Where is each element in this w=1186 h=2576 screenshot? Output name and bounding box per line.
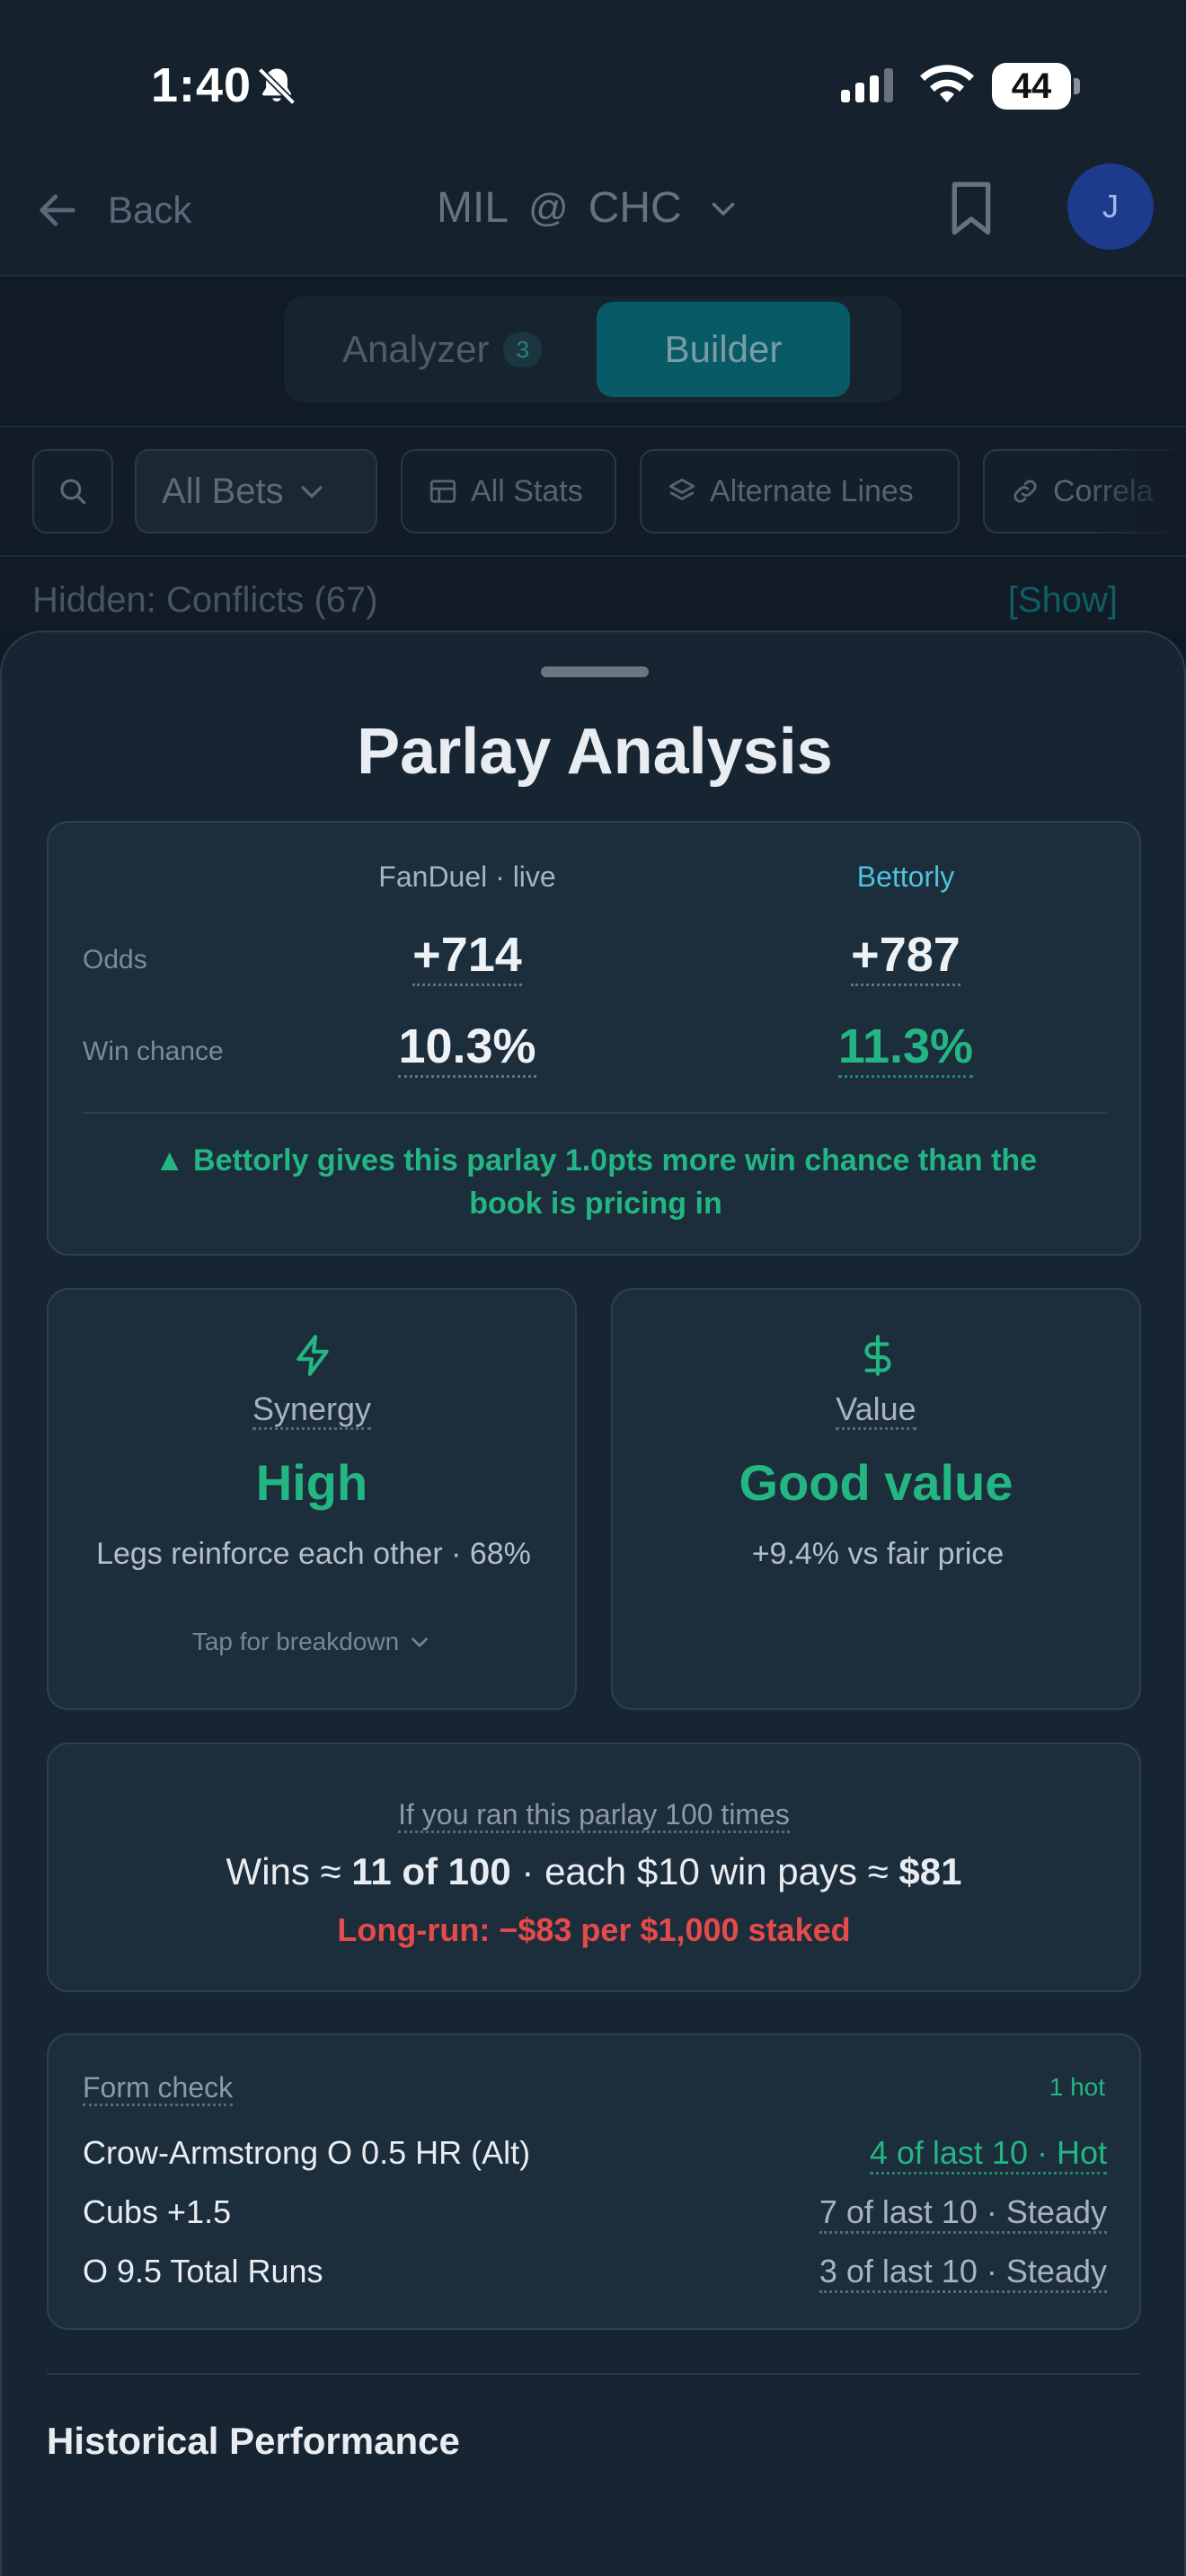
back-arrow-icon[interactable] — [34, 187, 81, 234]
tab-builder[interactable]: Builder — [597, 302, 850, 397]
mode-switcher: Analyzer 3 Builder — [0, 277, 1186, 428]
hot-count: 1 hot — [1049, 2073, 1105, 2101]
battery-level: 44 — [992, 63, 1071, 110]
form-leg: Cubs +1.5 — [83, 2193, 232, 2230]
book-win-chance-value[interactable]: 10.3% — [332, 1019, 602, 1078]
form-row: Cubs +1.5 7 of last 10 · Steady — [83, 2193, 1107, 2244]
value-label: Value — [613, 1390, 1139, 1430]
breakdown-label: Tap for breakdown — [191, 1628, 400, 1655]
lightning-icon — [296, 1335, 329, 1376]
tab-analyzer[interactable]: Analyzer 3 — [289, 302, 595, 397]
at-symbol: @ — [528, 185, 569, 230]
sheet-grabber[interactable] — [541, 666, 649, 677]
hidden-conflicts-row: Hidden: Conflicts (67) [Show] — [0, 559, 1186, 631]
tab-analyzer-label: Analyzer — [342, 328, 490, 370]
form-record[interactable]: 3 of last 10 · Steady — [819, 2253, 1107, 2293]
status-bar: 1:40 44 — [0, 0, 1186, 144]
form-row: Crow-Armstrong O 0.5 HR (Alt) 4 of last … — [83, 2134, 1107, 2184]
cellular-signal-icon — [841, 68, 893, 102]
bookmark-icon[interactable] — [947, 180, 996, 237]
value-description: +9.4% vs fair price — [751, 1537, 1005, 1571]
status-time: 1:40 — [151, 58, 252, 112]
model-odds-value[interactable]: +787 — [771, 927, 1040, 986]
chevron-down-icon — [712, 202, 734, 216]
show-conflicts-link[interactable]: [Show] — [1008, 580, 1118, 621]
search-icon — [60, 479, 86, 505]
book-odds-value[interactable]: +714 — [332, 927, 602, 986]
search-button[interactable] — [32, 449, 113, 534]
win-chance-row-label: Win chance — [83, 1037, 224, 1066]
form-leg: Crow-Armstrong O 0.5 HR (Alt) — [83, 2134, 531, 2171]
form-row: O 9.5 Total Runs 3 of last 10 · Steady — [83, 2253, 1107, 2303]
synergy-card[interactable]: Synergy High Legs reinforce each other ·… — [47, 1288, 577, 1710]
simulation-summary: Wins ≈ 11 of 100 · each $10 win pays ≈ $… — [226, 1850, 962, 1892]
table-icon — [429, 480, 456, 503]
all-bets-label: All Bets — [162, 471, 284, 511]
nav-bar: Back MIL @ CHC J — [0, 144, 1186, 277]
edge-note: ▲ Bettorly gives this parlay 1.0pts more… — [154, 1143, 1038, 1221]
all-bets-dropdown[interactable]: All Bets — [135, 449, 377, 534]
synergy-value: High — [255, 1454, 368, 1511]
layers-icon — [668, 478, 695, 500]
all-stats-filter[interactable]: All Stats — [401, 449, 616, 534]
alternate-lines-label: Alternate Lines — [710, 473, 914, 508]
segmented-control: Analyzer 3 Builder — [284, 296, 902, 402]
form-record[interactable]: 7 of last 10 · Steady — [819, 2193, 1107, 2234]
home-team: CHC — [588, 184, 682, 232]
chevron-down-icon — [301, 486, 323, 498]
alternate-lines-filter[interactable]: Alternate Lines — [640, 449, 960, 534]
bell-off-icon — [257, 66, 296, 106]
form-record[interactable]: 4 of last 10 · Hot — [869, 2134, 1107, 2175]
value-rating: Good value — [739, 1454, 1013, 1511]
odds-row-label: Odds — [83, 945, 147, 975]
long-run-loss: Long-run: −$83 per $1,000 staked — [337, 1911, 851, 1948]
divider — [47, 2373, 1141, 2375]
wifi-icon — [920, 65, 974, 102]
link-icon — [1013, 480, 1037, 503]
filter-bar: All Bets All Stats Alternate Lines Corre… — [0, 428, 1186, 557]
all-stats-label: All Stats — [471, 473, 583, 508]
odds-comparison-card: FanDuel · live Bettorly Odds Win chance … — [47, 821, 1141, 1256]
model-column-header: Bettorly — [856, 860, 955, 893]
scroll-fade — [1078, 428, 1186, 555]
form-check-header[interactable]: Form check — [83, 2071, 234, 2106]
chevron-down-icon — [412, 1637, 429, 1647]
historical-performance-title: Historical Performance — [47, 2420, 460, 2462]
book-column-header: FanDuel · live — [378, 860, 556, 893]
battery-icon: 44 — [992, 63, 1080, 110]
away-team: MIL — [437, 184, 509, 232]
divider — [83, 1112, 1107, 1114]
avatar[interactable]: J — [1067, 163, 1154, 250]
synergy-label: Synergy — [49, 1390, 575, 1430]
synergy-breakdown-toggle[interactable]: Tap for breakdown — [49, 1628, 575, 1656]
back-button[interactable]: Back — [108, 189, 191, 232]
value-card[interactable]: Value Good value +9.4% vs fair price — [611, 1288, 1141, 1710]
analyzer-count-badge: 3 — [503, 331, 542, 367]
hidden-conflicts-label: Hidden: Conflicts (67) — [32, 580, 378, 620]
form-leg: O 9.5 Total Runs — [83, 2253, 323, 2289]
simulation-card: If you ran this parlay 100 times Wins ≈ … — [47, 1742, 1141, 1992]
simulation-header[interactable]: If you ran this parlay 100 times — [49, 1798, 1139, 1833]
form-check-card: Form check 1 hot Crow-Armstrong O 0.5 HR… — [47, 2033, 1141, 2330]
dollar-icon — [864, 1335, 891, 1376]
matchup-selector[interactable]: MIL @ CHC — [437, 183, 739, 233]
model-win-chance-value[interactable]: 11.3% — [771, 1019, 1040, 1078]
sheet-title: Parlay Analysis — [357, 716, 833, 788]
parlay-analysis-sheet: Parlay Analysis FanDuel · live Bettorly … — [0, 631, 1186, 2576]
synergy-description: Legs reinforce each other · 68% — [96, 1537, 531, 1571]
